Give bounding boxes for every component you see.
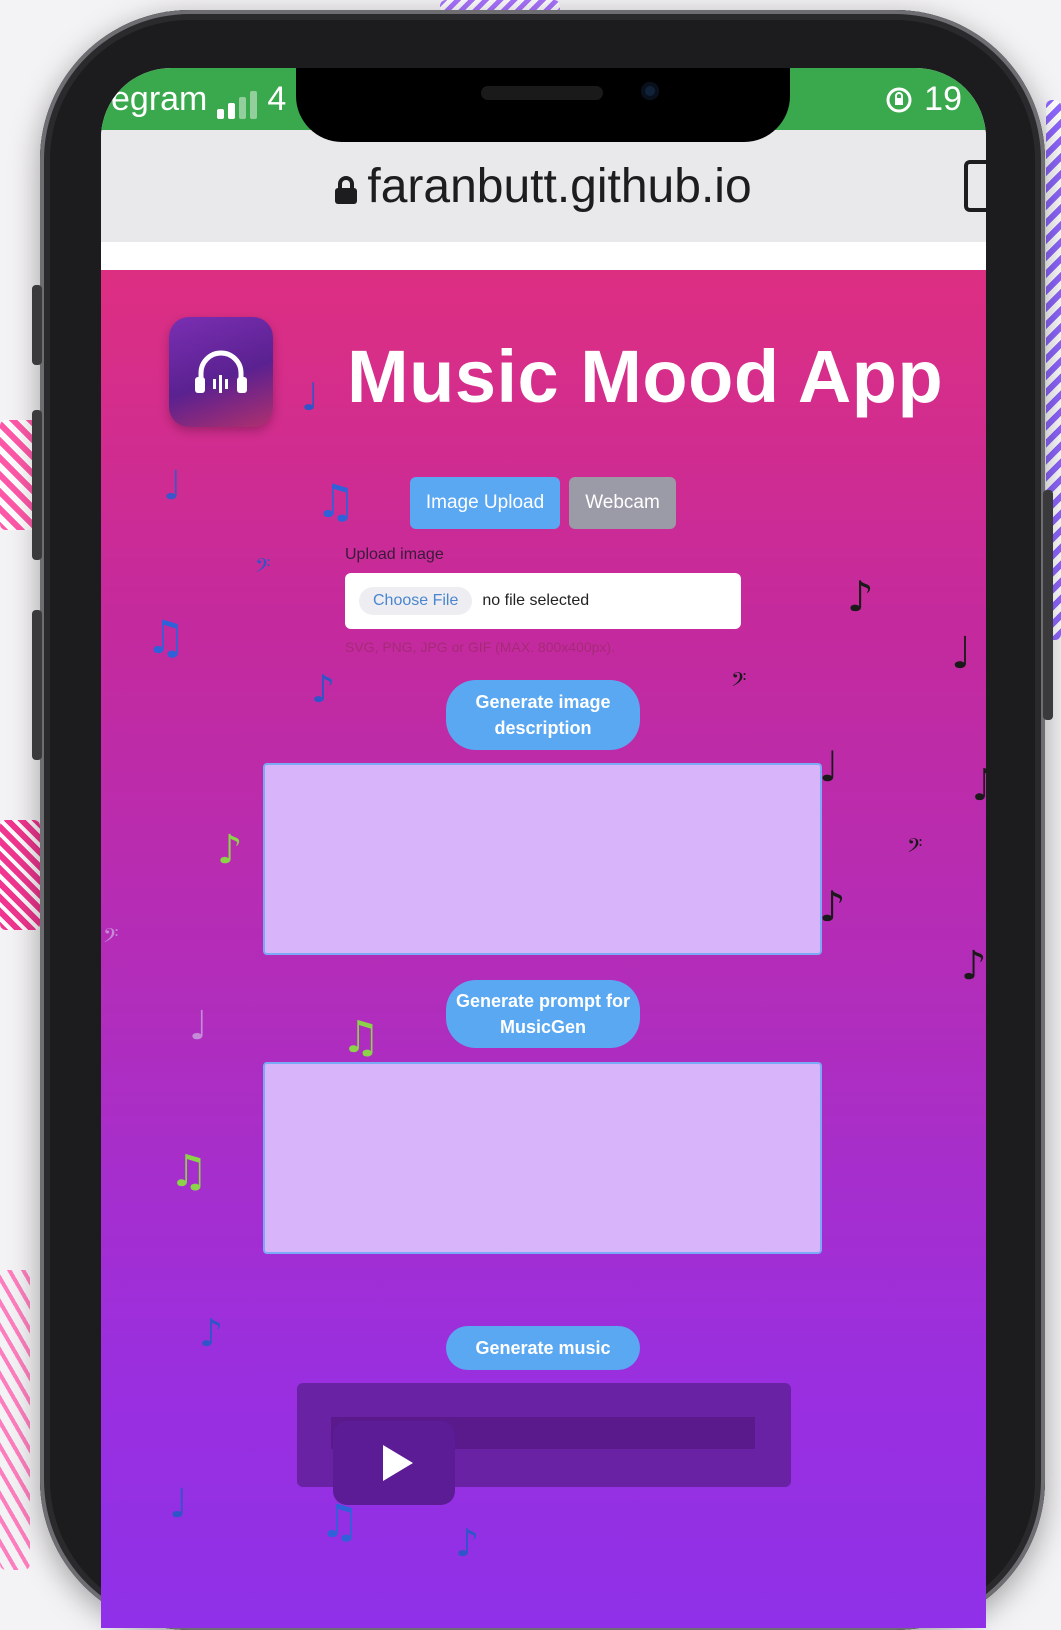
phone-volume-up (32, 410, 42, 560)
status-left: egram 4 (111, 80, 286, 119)
music-note-icon: ♫ (967, 764, 986, 808)
phone-volume-down (32, 610, 42, 760)
musicgen-prompt-textarea[interactable] (263, 1062, 822, 1254)
decor-stripe-left-mid (0, 820, 40, 930)
phone-side-button (32, 285, 42, 365)
battery-label: 19 (924, 80, 962, 118)
front-camera-icon (641, 82, 659, 100)
generate-music-button[interactable]: Generate music (446, 1326, 640, 1370)
decor-stripe-left-bottom (0, 1270, 30, 1570)
music-note-icon: ♪ (819, 882, 846, 931)
phone-screen: egram 4 19 faranbutt.github.io ♩ ♩ ♫ ♫ ♪… (101, 68, 986, 1628)
bass-clef-icon: 𝄢 (103, 924, 119, 952)
audio-player[interactable] (297, 1383, 791, 1505)
music-notes-icon: ♫ (315, 474, 357, 528)
app-page: ♩ ♩ ♫ ♫ ♪ ♪ ♩ ♩ ♫ ♪ ♪ ♪ ♩ ♫ ♫ ♪ ♩ ♫ ♪ 𝄢 … (101, 270, 986, 1628)
music-note-icon: ♩ (169, 1481, 188, 1527)
phone-power-button (1043, 490, 1053, 720)
orientation-lock-icon (886, 87, 912, 112)
bass-clef-icon: 𝄢 (255, 554, 271, 582)
music-note-icon: ♩ (301, 375, 319, 419)
generate-prompt-button[interactable]: Generate prompt for MusicGen (446, 980, 640, 1048)
carrier-label: egram (111, 80, 208, 118)
music-note-icon: ♩ (163, 463, 182, 509)
choose-file-button[interactable]: Choose File (359, 587, 473, 615)
upload-image-label: Upload image (345, 546, 444, 563)
music-note-icon: ♪ (217, 827, 243, 873)
bass-clef-icon: 𝄢 (907, 834, 923, 862)
url-text[interactable]: faranbutt.github.io (367, 159, 751, 214)
earpiece-speaker (481, 86, 603, 100)
music-note-icon: ♪ (961, 943, 986, 989)
file-status-text: no file selected (482, 592, 590, 609)
music-note-icon: ♪ (199, 1311, 224, 1355)
music-notes-icon: ♫ (145, 610, 187, 664)
play-icon (383, 1445, 413, 1481)
music-notes-icon: ♫ (341, 1012, 381, 1063)
music-note-icon: ♩ (951, 628, 972, 679)
tab-webcam[interactable]: Webcam (569, 477, 676, 529)
share-icon[interactable] (964, 160, 986, 212)
phone-notch (296, 68, 790, 142)
file-input[interactable]: Choose File no file selected (345, 573, 741, 629)
network-label: 4 (267, 80, 287, 118)
file-format-hint: SVG, PNG, JPG or GIF (MAX. 800x400px). (345, 639, 615, 655)
music-note-icon: ♪ (311, 667, 336, 711)
music-note-icon: ♩ (189, 1003, 208, 1049)
music-note-icon: ♪ (847, 572, 874, 621)
tab-image-upload[interactable]: Image Upload (410, 477, 560, 529)
browser-url-bar[interactable]: faranbutt.github.io (101, 130, 986, 242)
signal-icon (217, 89, 258, 119)
app-logo (169, 317, 273, 427)
bass-clef-icon: 𝄢 (731, 668, 747, 696)
status-right: 19 (884, 80, 962, 119)
image-description-textarea[interactable] (263, 763, 822, 955)
generate-description-button[interactable]: Generate image description (446, 680, 640, 750)
app-title: Music Mood App (347, 335, 944, 418)
headphones-icon (195, 350, 247, 393)
music-note-icon: ♪ (455, 1521, 480, 1565)
lock-icon (335, 176, 358, 204)
music-notes-icon: ♫ (169, 1146, 209, 1197)
play-button[interactable] (333, 1421, 455, 1505)
